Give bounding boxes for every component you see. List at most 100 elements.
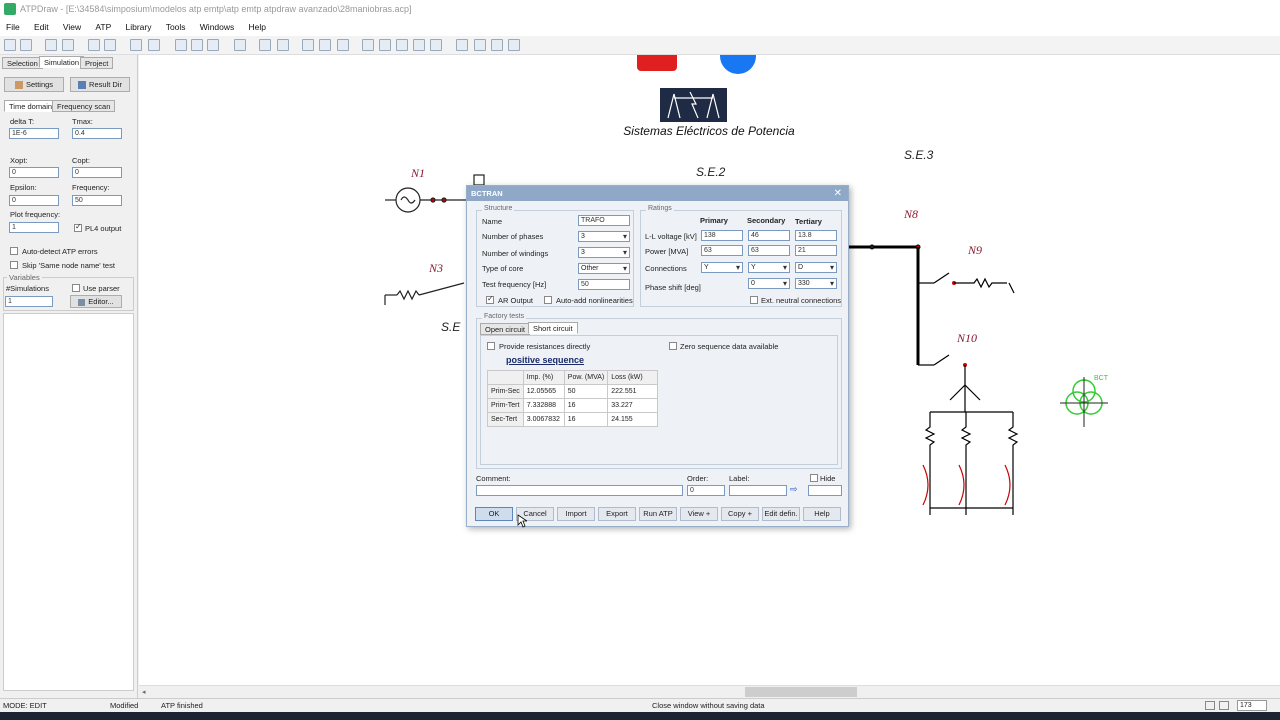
run-atp-button[interactable]: Run ATP <box>639 507 677 521</box>
phase-shift-secondary[interactable]: 0 <box>748 278 790 289</box>
zero-sequence-checkbox[interactable] <box>669 342 677 350</box>
run-atp-icon[interactable] <box>456 39 468 51</box>
tab-open-circuit[interactable]: Open circuit <box>480 323 531 335</box>
power-tertiary[interactable]: 21 <box>795 245 837 256</box>
tmax-input[interactable]: 0.4 <box>72 128 122 139</box>
select-icon[interactable] <box>379 39 391 51</box>
paste-icon[interactable] <box>207 39 219 51</box>
ll-voltage-tertiary[interactable]: 13.8 <box>795 230 837 241</box>
name-input[interactable]: TRAFO <box>578 215 630 226</box>
zoom-out-icon[interactable] <box>1205 701 1215 710</box>
scroll-thumb[interactable] <box>745 687 857 697</box>
table-cell[interactable]: 3.0067832 <box>522 412 565 427</box>
help-icon[interactable] <box>508 39 520 51</box>
frequency-input[interactable]: 50 <box>72 195 122 206</box>
menu-help[interactable]: Help <box>243 19 272 32</box>
menu-edit[interactable]: Edit <box>28 19 55 32</box>
test-frequency-input[interactable]: 50 <box>578 279 630 290</box>
xopt-input[interactable]: 0 <box>9 167 59 178</box>
ll-voltage-secondary[interactable]: 46 <box>748 230 790 241</box>
open-file-icon[interactable] <box>20 39 32 51</box>
power-secondary[interactable]: 63 <box>748 245 790 256</box>
flip-icon[interactable] <box>319 39 331 51</box>
simulations-input[interactable]: 1 <box>5 296 53 307</box>
table-cell[interactable]: 16 <box>563 398 609 413</box>
auto-detect-checkbox[interactable] <box>10 247 18 255</box>
connect-icon[interactable] <box>413 39 425 51</box>
delta-t-input[interactable]: 1E-6 <box>9 128 59 139</box>
table-cell[interactable]: 50 <box>563 384 609 399</box>
ar-output-checkbox[interactable] <box>486 294 494 304</box>
epsilon-input[interactable]: 0 <box>9 195 59 206</box>
menu-tools[interactable]: Tools <box>160 19 192 32</box>
connections-primary[interactable]: Y <box>701 262 743 273</box>
help-button[interactable]: Help <box>803 507 841 521</box>
import-icon[interactable] <box>88 39 100 51</box>
close-icon[interactable]: ✕ <box>834 188 842 199</box>
label-input[interactable] <box>729 485 787 496</box>
delete-icon[interactable] <box>234 39 246 51</box>
menu-file[interactable]: File <box>0 19 26 32</box>
hide-checkbox[interactable] <box>810 474 818 482</box>
settings-button[interactable]: Settings <box>4 77 64 92</box>
editor-button[interactable]: Editor... <box>70 295 122 308</box>
save-icon[interactable] <box>45 39 57 51</box>
export-button[interactable]: Export <box>598 507 636 521</box>
auto-add-checkbox[interactable] <box>544 296 552 304</box>
tab-selection[interactable]: Selection <box>2 57 43 69</box>
use-parser-checkbox[interactable] <box>72 284 80 292</box>
variables-list[interactable] <box>3 313 134 691</box>
edit-definition-button[interactable]: Edit defin. <box>762 507 800 521</box>
result-dir-button[interactable]: Result Dir <box>70 77 130 92</box>
tab-short-circuit[interactable]: Short circuit <box>528 322 578 334</box>
table-cell[interactable]: 12.05565 <box>522 384 565 399</box>
table-cell[interactable]: 33.227 <box>607 398 659 413</box>
edit-icon[interactable] <box>491 39 503 51</box>
zoom-select[interactable]: 173 <box>1237 700 1267 711</box>
menu-view[interactable]: View <box>57 19 87 32</box>
skip-node-checkbox[interactable] <box>10 261 18 269</box>
undo-icon[interactable] <box>130 39 142 51</box>
windings-select[interactable]: 3 <box>578 247 630 258</box>
connections-tertiary[interactable]: D <box>795 262 837 273</box>
ll-voltage-primary[interactable]: 138 <box>701 230 743 241</box>
menu-library[interactable]: Library <box>119 19 157 32</box>
core-select[interactable]: Other <box>578 263 630 274</box>
view-button[interactable]: View + <box>680 507 718 521</box>
order-input[interactable]: 0 <box>687 485 725 496</box>
hide-input[interactable] <box>808 485 842 496</box>
wire-icon[interactable] <box>430 39 442 51</box>
lock-icon[interactable] <box>396 39 408 51</box>
menu-atp[interactable]: ATP <box>89 19 117 32</box>
export-icon[interactable] <box>104 39 116 51</box>
tab-time-domain[interactable]: Time domain <box>4 100 58 112</box>
phases-select[interactable]: 3 <box>578 231 630 242</box>
comment-input[interactable] <box>476 485 683 496</box>
table-cell[interactable]: 7.332888 <box>522 398 565 413</box>
pl4-output-checkbox[interactable] <box>74 222 82 232</box>
cut-icon[interactable] <box>175 39 187 51</box>
plot-icon[interactable] <box>474 39 486 51</box>
ext-neutral-checkbox[interactable] <box>750 296 758 304</box>
copt-input[interactable]: 0 <box>72 167 122 178</box>
ok-button[interactable]: OK <box>475 507 513 521</box>
zoom-in-icon[interactable] <box>1219 701 1229 710</box>
new-file-icon[interactable] <box>4 39 16 51</box>
power-primary[interactable]: 63 <box>701 245 743 256</box>
save-all-icon[interactable] <box>62 39 74 51</box>
rotate-icon[interactable] <box>302 39 314 51</box>
grid-icon[interactable] <box>362 39 374 51</box>
horizontal-scrollbar[interactable]: ◂ <box>139 685 1280 698</box>
redo-icon[interactable] <box>148 39 160 51</box>
arrow-right-icon[interactable]: ⇨ <box>790 484 803 496</box>
tab-simulation[interactable]: Simulation <box>39 56 85 68</box>
plot-frequency-input[interactable]: 1 <box>9 222 59 233</box>
menu-windows[interactable]: Windows <box>194 19 240 32</box>
tab-frequency-scan[interactable]: Frequency scan <box>52 100 116 112</box>
table-cell[interactable]: 16 <box>563 412 609 427</box>
import-button[interactable]: Import <box>557 507 595 521</box>
provide-resistances-checkbox[interactable] <box>487 342 495 350</box>
mirror-icon[interactable] <box>337 39 349 51</box>
draw-line-icon[interactable] <box>259 39 271 51</box>
tab-project[interactable]: Project <box>80 57 114 69</box>
